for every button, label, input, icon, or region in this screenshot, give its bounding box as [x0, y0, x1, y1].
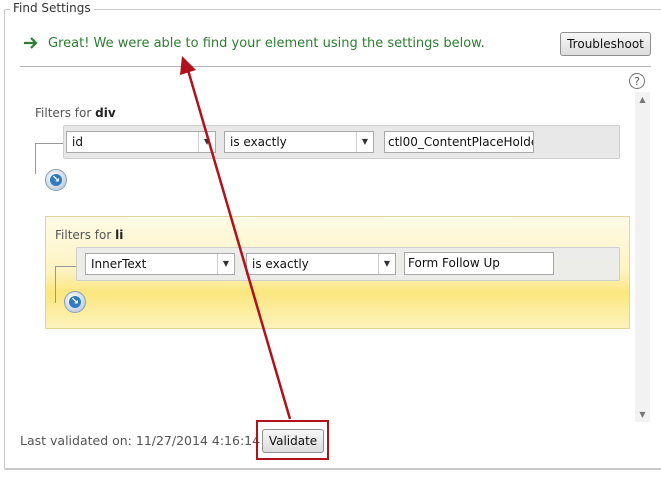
- scroll-up-icon[interactable]: ▲: [635, 92, 650, 107]
- chevron-down-icon[interactable]: ▼: [378, 254, 395, 274]
- scroll-down-icon[interactable]: ▼: [635, 407, 650, 422]
- li-field-select[interactable]: InnerText ▼: [85, 253, 235, 275]
- divider: [20, 66, 651, 67]
- div-filters-heading: Filters for div: [35, 106, 116, 120]
- chevron-down-icon[interactable]: ▼: [198, 132, 215, 152]
- arrow-right-icon: [24, 37, 38, 49]
- div-operator-value: is exactly: [230, 135, 287, 149]
- group-bottom-border: [4, 468, 661, 469]
- annotation-highlight-box: [256, 420, 329, 460]
- filters-heading-target: div: [95, 106, 116, 120]
- li-value-input[interactable]: Form Follow Up: [404, 252, 554, 275]
- group-title: Find Settings: [10, 1, 94, 15]
- li-operator-select[interactable]: is exactly ▼: [246, 253, 396, 275]
- add-filter-icon[interactable]: ↘: [45, 169, 67, 191]
- filters-heading-prefix: Filters for: [35, 106, 92, 120]
- add-filter-icon[interactable]: ↘: [64, 291, 86, 313]
- div-operator-select[interactable]: is exactly ▼: [224, 131, 374, 153]
- div-field-select[interactable]: id ▼: [66, 131, 216, 153]
- filters-heading-target: li: [115, 228, 124, 242]
- li-filters-heading: Filters for li: [55, 228, 123, 242]
- li-operator-value: is exactly: [252, 257, 309, 271]
- vertical-scrollbar[interactable]: ▲ ▼: [635, 92, 650, 422]
- question-circle-icon[interactable]: ?: [629, 73, 645, 89]
- filters-heading-prefix: Filters for: [55, 228, 112, 242]
- li-field-value: InnerText: [91, 257, 147, 271]
- chevron-down-icon[interactable]: ▼: [356, 132, 373, 152]
- div-field-value: id: [72, 135, 83, 149]
- troubleshoot-button[interactable]: Troubleshoot: [560, 32, 651, 56]
- last-validated-text: Last validated on: 11/27/2014 4:16:14 PM: [20, 433, 283, 448]
- chevron-down-icon[interactable]: ▼: [217, 254, 234, 274]
- success-message: Great! We were able to find your element…: [48, 36, 485, 51]
- div-value-input[interactable]: ctl00_ContentPlaceHolder1_: [384, 131, 534, 153]
